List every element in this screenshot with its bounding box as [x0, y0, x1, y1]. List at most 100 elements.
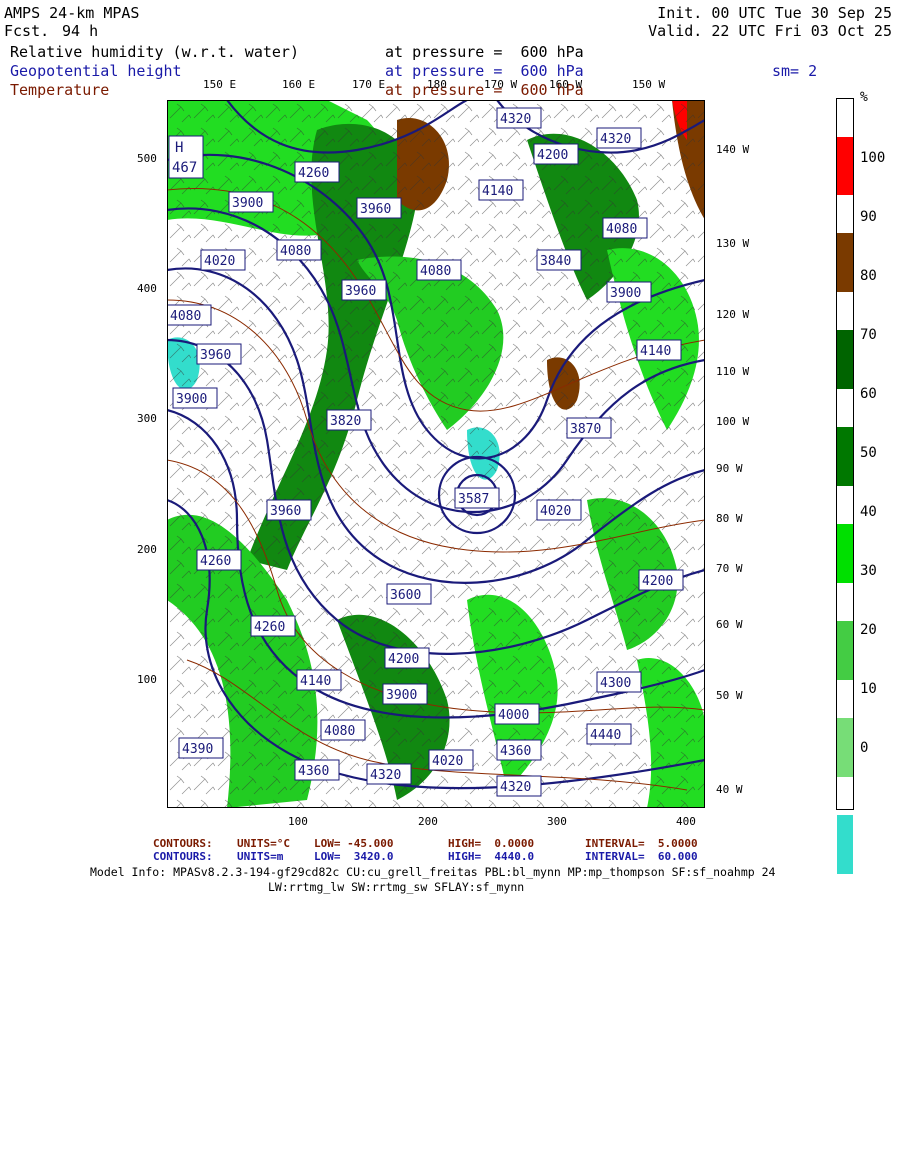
model-info-line2: LW:rrtmg_lw SW:rrtmg_sw SFLAY:sf_mynn [268, 880, 525, 894]
top-lon-label: 150 E [203, 78, 237, 91]
valid-time: Valid. 22 UTC Fri 03 Oct 25 [648, 22, 892, 40]
top-lon-label: 170 W [484, 78, 518, 91]
height-contour-units: UNITS=m [237, 850, 284, 863]
height-label: 4020 [540, 504, 571, 519]
height-label: 4140 [300, 674, 331, 689]
height-label: 3900 [176, 392, 207, 407]
height-label: 4000 [498, 708, 529, 723]
field-rh-pressure: at pressure = 600 hPa [385, 43, 584, 61]
temp-contour-label: CONTOURS: [153, 837, 213, 850]
x-tick-label: 300 [547, 815, 567, 828]
height-label: 3960 [345, 284, 376, 299]
height-label: 4080 [420, 264, 451, 279]
height-label: 3960 [200, 348, 231, 363]
model-info-line1: Model Info: MPASv8.2.3-194-gf29cd82c CU:… [90, 865, 776, 879]
temp-contour-units: UNITS=°C [237, 837, 290, 850]
y-tick-label: 500 [137, 152, 157, 165]
temp-contour-high: HIGH= 0.0000 [448, 837, 535, 850]
height-label: 3870 [570, 422, 601, 437]
height-label: 4260 [298, 166, 329, 181]
high-center-value: 467 [172, 160, 197, 176]
height-label: 4200 [537, 148, 568, 163]
right-lon-label: 100 W [716, 415, 750, 428]
height-label: 3840 [540, 254, 571, 269]
height-contour-high: HIGH= 4440.0 [448, 850, 535, 863]
x-tick-label: 200 [418, 815, 438, 828]
y-tick-label: 400 [137, 282, 157, 295]
colorbar-segment-40 [837, 718, 853, 777]
colorbar-label: 10 [860, 681, 877, 697]
y-tick-label: 100 [137, 673, 157, 686]
colorbar-segment-80 [837, 330, 853, 389]
right-lon-label: 110 W [716, 365, 750, 378]
height-label: 4360 [500, 744, 531, 759]
smoothing-label: sm= 2 [772, 62, 818, 80]
height-label: 4080 [280, 244, 311, 259]
colorbar-unit: % [860, 90, 868, 105]
colorbar-label: 40 [860, 504, 877, 520]
height-label: 4080 [324, 724, 355, 739]
forecast-hour: 94 h [62, 22, 99, 40]
forecast-label: Fcst. [4, 22, 50, 40]
colorbar-label: 70 [860, 327, 877, 343]
map-canvas: 4320 4320 4200 4260 4140 3900 4080 4020 … [167, 100, 705, 808]
temp-contour-low: LOW= -45.000 [314, 837, 394, 850]
height-label: 4080 [170, 309, 201, 324]
height-label: 3960 [270, 504, 301, 519]
height-label: 3900 [232, 196, 263, 211]
weather-map: 4320 4320 4200 4260 4140 3900 4080 4020 … [167, 100, 705, 808]
height-label: 3600 [390, 588, 421, 603]
height-label: 4260 [254, 620, 285, 635]
colorbar-segment-60 [837, 524, 853, 583]
x-tick-label: 100 [288, 815, 308, 828]
colorbar-segment-100 [837, 137, 853, 195]
top-lon-label: 150 W [632, 78, 666, 91]
colorbar-label: 50 [860, 445, 877, 461]
y-tick-label: 200 [137, 543, 157, 556]
height-label: 4360 [298, 764, 329, 779]
top-lon-label: 170 E [352, 78, 386, 91]
height-label: 4320 [500, 780, 531, 795]
right-lon-label: 50 W [716, 689, 743, 702]
y-tick-label: 300 [137, 412, 157, 425]
colorbar-label: 90 [860, 209, 877, 225]
height-label: 3587 [458, 492, 489, 507]
init-time: Init. 00 UTC Tue 30 Sep 25 [657, 4, 892, 22]
colorbar-segment-90 [837, 233, 853, 292]
colorbar-label: 20 [860, 622, 877, 638]
field-height-name: Geopotential height [10, 62, 182, 80]
height-label: 4320 [600, 132, 631, 147]
height-contour-label: CONTOURS: [153, 850, 213, 863]
right-lon-label: 70 W [716, 562, 743, 575]
height-label: 3960 [360, 202, 391, 217]
colorbar-segment-low [837, 912, 853, 1149]
height-label: 3900 [610, 286, 641, 301]
right-lon-label: 40 W [716, 783, 743, 796]
height-label: 4140 [640, 344, 671, 359]
height-label: 3820 [330, 414, 361, 429]
field-rh-name: Relative humidity (w.r.t. water) [10, 43, 299, 61]
height-label: 4200 [388, 652, 419, 667]
x-tick-label: 400 [676, 815, 696, 828]
right-lon-label: 60 W [716, 618, 743, 631]
temp-contour-interval: INTERVAL= 5.0000 [585, 837, 698, 850]
height-contour-interval: INTERVAL= 60.000 [585, 850, 698, 863]
right-lon-label: 130 W [716, 237, 750, 250]
model-title: AMPS 24-km MPAS [4, 4, 140, 22]
height-label: 4080 [606, 222, 637, 237]
top-lon-label: 160 W [549, 78, 583, 91]
top-lon-label: 160 E [282, 78, 316, 91]
colorbar-label: 80 [860, 268, 877, 284]
height-label: 4200 [642, 574, 673, 589]
colorbar-segment-50 [837, 621, 853, 680]
high-center-label: H [175, 140, 183, 156]
height-label: 4140 [482, 184, 513, 199]
height-label: 3900 [386, 688, 417, 703]
colorbar-label: 30 [860, 563, 877, 579]
right-lon-label: 90 W [716, 462, 743, 475]
height-label: 4020 [204, 254, 235, 269]
height-label: 4300 [600, 676, 631, 691]
height-label: 4320 [500, 112, 531, 127]
colorbar-label: 0 [860, 740, 869, 756]
height-label: 4440 [590, 728, 621, 743]
